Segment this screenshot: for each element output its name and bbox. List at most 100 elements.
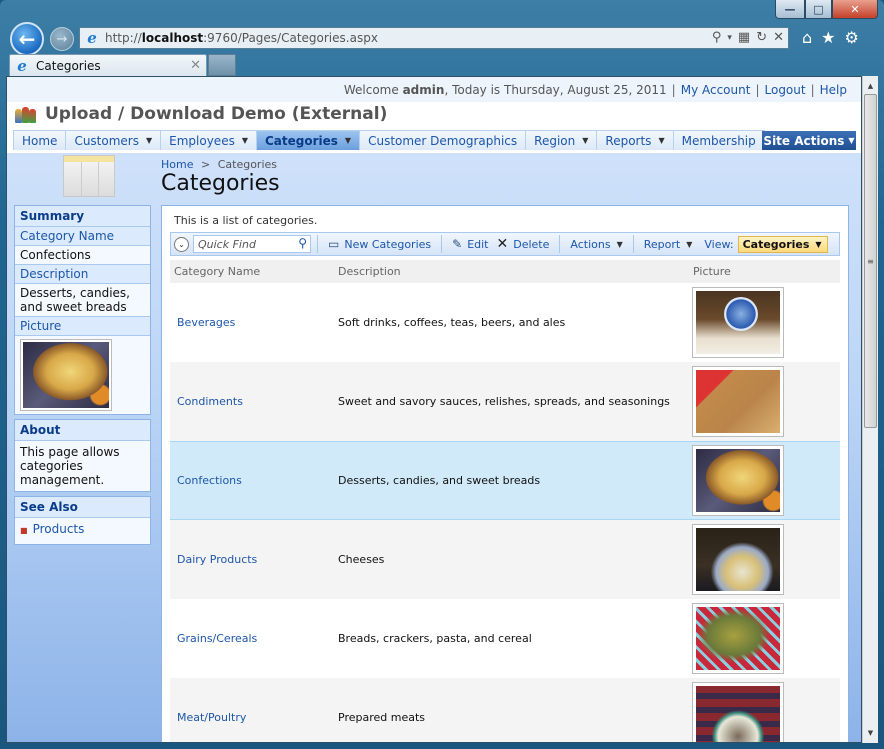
address-url[interactable]: http://localhost:9760/Pages/Categories.a… bbox=[105, 31, 378, 45]
search-icon[interactable]: ⚲ bbox=[712, 30, 722, 45]
vertical-scrollbar[interactable]: ▲ ≡ ▼ bbox=[862, 76, 878, 743]
cell-category-name[interactable]: Beverages bbox=[170, 316, 338, 329]
scroll-thumb[interactable]: ≡ bbox=[864, 94, 877, 428]
cell-category-name[interactable]: Confections bbox=[170, 474, 338, 487]
table-row[interactable]: Grains/Cereals Breads, crackers, pasta, … bbox=[170, 599, 840, 678]
breadcrumb: Home > Categories bbox=[161, 158, 277, 171]
back-button[interactable]: ← bbox=[10, 22, 44, 56]
page-description: This is a list of categories. bbox=[174, 214, 318, 227]
picture-thumbnail[interactable] bbox=[692, 286, 784, 358]
page-title: Categories bbox=[161, 171, 280, 196]
menu-item-employees[interactable]: Employees ▼ bbox=[160, 130, 257, 150]
my-account-link[interactable]: My Account bbox=[681, 83, 751, 97]
table-row[interactable]: Meat/Poultry Prepared meats bbox=[170, 678, 840, 742]
column-header-category-name[interactable]: Category Name bbox=[170, 265, 338, 278]
search-icon[interactable]: ⚲ bbox=[298, 236, 307, 250]
logout-link[interactable]: Logout bbox=[765, 83, 806, 97]
browser-tab-categories[interactable]: e Categories ✕ bbox=[9, 54, 207, 76]
menu-item-customers[interactable]: Customers ▼ bbox=[65, 130, 162, 150]
summary-value-category-name: Confections bbox=[20, 248, 91, 262]
new-categories-button[interactable]: ▭ New Categories bbox=[324, 237, 435, 251]
actions-menu-button[interactable]: Actions ▼ bbox=[566, 238, 626, 251]
search-dropdown-icon[interactable]: ▾ bbox=[727, 30, 732, 45]
maximize-button[interactable]: □ bbox=[805, 0, 832, 19]
bullet-icon: ■ bbox=[20, 526, 28, 535]
breadcrumb-current: Categories bbox=[217, 158, 277, 171]
picture-thumbnail[interactable] bbox=[692, 523, 784, 595]
picture-thumbnail[interactable] bbox=[692, 365, 784, 437]
picture-thumbnail[interactable] bbox=[692, 445, 784, 516]
report-menu-button[interactable]: Report ▼ bbox=[640, 238, 697, 251]
help-link[interactable]: Help bbox=[820, 83, 847, 97]
app-title: Upload / Download Demo (External) bbox=[45, 104, 388, 124]
address-tools: ⚲ ▾ ▦ ↻ ✕ bbox=[712, 30, 784, 45]
view-label: View: bbox=[704, 237, 734, 251]
collapse-toggle-icon[interactable]: ⌄ bbox=[174, 236, 189, 252]
home-icon[interactable]: ⌂ bbox=[802, 28, 812, 47]
table-row[interactable]: Beverages Soft drinks, coffees, teas, be… bbox=[170, 283, 840, 362]
column-header-description[interactable]: Description bbox=[338, 265, 693, 278]
tools-gear-icon[interactable]: ⚙ bbox=[845, 28, 859, 47]
cell-category-name[interactable]: Dairy Products bbox=[170, 553, 338, 566]
scroll-up-icon[interactable]: ▲ bbox=[863, 78, 878, 94]
cell-description: Soft drinks, coffees, teas, beers, and a… bbox=[338, 315, 566, 329]
cell-category-name[interactable]: Grains/Cereals bbox=[170, 632, 338, 645]
sidebar: Summary Category Name Confections Descri… bbox=[14, 205, 151, 549]
refresh-icon[interactable]: ↻ bbox=[756, 30, 767, 45]
products-link[interactable]: Products bbox=[33, 522, 85, 536]
menu-item-region[interactable]: Region ▼ bbox=[525, 130, 598, 150]
welcome-text: Welcome admin, Today is Thursday, August… bbox=[343, 82, 667, 97]
quick-find-input[interactable] bbox=[198, 237, 293, 251]
site-actions-button[interactable]: Site Actions ▼ bbox=[762, 131, 856, 150]
edit-icon: ✎ bbox=[452, 237, 463, 251]
edit-button[interactable]: ✎ Edit bbox=[448, 237, 492, 251]
menu-item-customer-demographics[interactable]: Customer Demographics bbox=[359, 130, 527, 150]
new-tab-button[interactable] bbox=[208, 54, 236, 76]
close-window-button[interactable]: ✕ bbox=[832, 0, 878, 19]
table-row[interactable]: Dairy Products Cheeses bbox=[170, 520, 840, 599]
delete-button[interactable]: ✕ Delete bbox=[493, 236, 554, 252]
table-row[interactable]: Condiments Sweet and savory sauces, reli… bbox=[170, 362, 840, 441]
summary-picture[interactable] bbox=[20, 339, 112, 411]
chevron-down-icon: ▼ bbox=[616, 239, 623, 249]
cell-category-name[interactable]: Meat/Poultry bbox=[170, 711, 338, 724]
menu-item-membership[interactable]: Membership bbox=[672, 130, 765, 150]
about-text: This page allows categories management. bbox=[20, 445, 120, 487]
ie-tab-icon: e bbox=[17, 56, 27, 75]
menu-item-reports[interactable]: Reports ▼ bbox=[596, 130, 674, 150]
url-host: localhost bbox=[141, 31, 204, 45]
meat-image bbox=[696, 685, 780, 742]
cell-description: Cheeses bbox=[338, 552, 385, 566]
see-also-box: See Also ■ Products bbox=[14, 496, 151, 545]
chevron-down-icon: ▼ bbox=[582, 136, 589, 145]
picture-thumbnail[interactable] bbox=[692, 602, 784, 674]
scroll-down-icon[interactable]: ▼ bbox=[863, 725, 878, 741]
picture-thumbnail[interactable] bbox=[692, 681, 784, 742]
table-row-selected[interactable]: Confections Desserts, candies, and sweet… bbox=[170, 441, 840, 520]
menu-item-categories[interactable]: Categories ▼ bbox=[255, 130, 361, 150]
grid-toolbar: ⌄ ⚲ ▭New Categories ✎Edit ✕Delete Action… bbox=[170, 232, 840, 256]
forward-button[interactable]: → bbox=[50, 27, 74, 51]
toolbar-divider bbox=[632, 235, 634, 253]
cell-category-name[interactable]: Condiments bbox=[170, 395, 338, 408]
tab-close-icon[interactable]: ✕ bbox=[190, 58, 201, 73]
minimize-button[interactable]: — bbox=[775, 0, 805, 19]
column-header-picture[interactable]: Picture bbox=[693, 265, 840, 278]
address-bar[interactable]: e http://localhost:9760/Pages/Categories… bbox=[79, 27, 789, 49]
new-record-icon: ▭ bbox=[328, 237, 340, 251]
grip-icon: ≡ bbox=[867, 256, 874, 266]
view-selector[interactable]: Categories ▼ bbox=[737, 235, 828, 253]
quick-find-field[interactable]: ⚲ bbox=[193, 235, 311, 253]
beverages-image bbox=[696, 290, 780, 354]
menu-item-home[interactable]: Home bbox=[13, 130, 67, 150]
compatibility-view-icon[interactable]: ▦ bbox=[738, 30, 750, 45]
favorites-star-icon[interactable]: ★ bbox=[821, 28, 835, 47]
url-path: :9760/Pages/Categories.aspx bbox=[203, 31, 378, 45]
grid-header: Category Name Description Picture bbox=[170, 260, 840, 283]
summary-label-category-name: Category Name bbox=[15, 227, 150, 246]
categories-panel: This is a list of categories. ⌄ ⚲ ▭New C… bbox=[161, 205, 849, 742]
breadcrumb-home[interactable]: Home bbox=[161, 158, 193, 171]
cell-description: Desserts, candies, and sweet breads bbox=[338, 474, 541, 487]
categories-grid: Category Name Description Picture Bevera… bbox=[170, 260, 840, 742]
stop-icon[interactable]: ✕ bbox=[773, 30, 784, 45]
